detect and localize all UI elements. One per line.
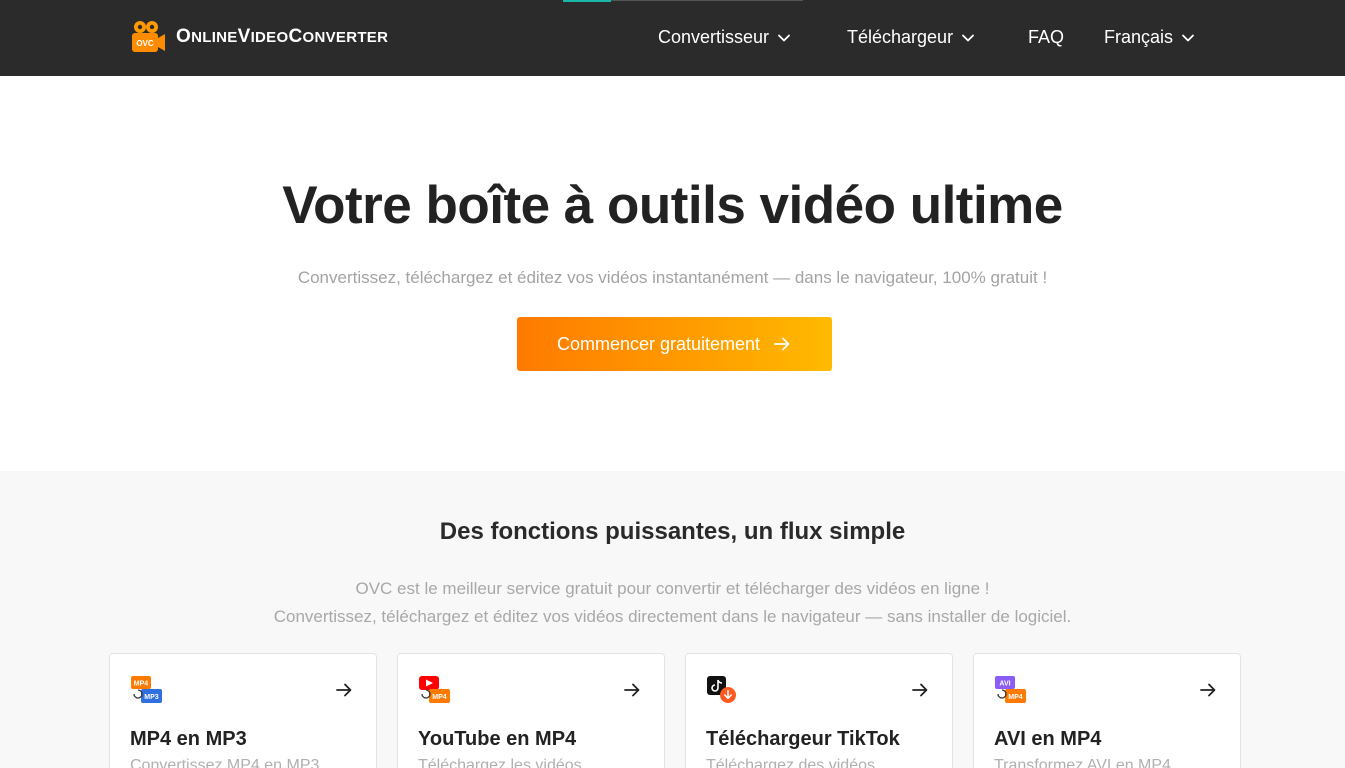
nav-label: Téléchargeur xyxy=(847,27,954,47)
tiktok-download-icon xyxy=(707,676,736,703)
svg-text:MP4: MP4 xyxy=(1008,694,1023,701)
nav-label: FAQ xyxy=(1028,27,1065,47)
card-title: Téléchargeur TikTok xyxy=(706,728,900,750)
card-title: YouTube en MP4 xyxy=(418,728,577,750)
features-description: OVC est le meilleur service gratuit pour… xyxy=(0,575,1345,631)
chevron-down-icon xyxy=(962,34,974,41)
nav-convertisseur[interactable]: Convertisseur xyxy=(658,27,791,48)
camera-logo-icon: OVC xyxy=(130,20,166,54)
card-title: AVI en MP4 xyxy=(994,728,1102,750)
features-desc-line: Convertissez, téléchargez et éditez vos … xyxy=(273,607,1072,626)
feature-card-avi-to-mp4[interactable]: AVI MP4 AVI en MP4 Transformez AVI en MP… xyxy=(973,653,1241,768)
arrow-right-icon xyxy=(336,683,352,697)
feature-card-mp4-to-mp3[interactable]: MP4 MP3 MP4 en MP3 Convertissez MP4 en M… xyxy=(109,653,377,768)
nav-faq[interactable]: FAQ xyxy=(1028,27,1064,48)
card-description: Téléchargez des vidéos xyxy=(706,757,875,768)
arrow-right-icon xyxy=(1200,683,1216,697)
svg-text:MP4: MP4 xyxy=(432,694,447,701)
feature-card-youtube-to-mp4[interactable]: MP4 YouTube en MP4 Téléchargez les vidéo… xyxy=(397,653,665,768)
start-free-button[interactable]: Commencer gratuitement xyxy=(517,317,832,371)
svg-text:MP3: MP3 xyxy=(144,694,159,701)
nav-telechargeur[interactable]: Téléchargeur xyxy=(847,27,975,48)
nav-label: Convertisseur xyxy=(658,27,770,47)
arrow-right-icon xyxy=(774,337,790,351)
card-title: MP4 en MP3 xyxy=(130,728,247,750)
avi-to-mp4-icon: AVI MP4 xyxy=(995,676,1026,703)
language-selector[interactable]: Français xyxy=(1104,27,1195,48)
chevron-down-icon xyxy=(1182,34,1194,41)
header-top-rule xyxy=(611,0,803,1)
feature-card-tiktok-downloader[interactable]: Téléchargeur TikTok Téléchargez des vidé… xyxy=(685,653,953,768)
features-title: Des fonctions puissantes, un flux simple xyxy=(439,518,906,545)
hero-subtitle: Convertissez, téléchargez et éditez vos … xyxy=(297,268,1048,287)
cta-label: Commencer gratuitement xyxy=(556,333,761,354)
site-logo[interactable]: OVC ONLINEVIDEOCONVERTER xyxy=(130,20,388,54)
chevron-down-icon xyxy=(778,34,790,41)
svg-text:MP4: MP4 xyxy=(134,681,149,688)
arrow-right-icon xyxy=(912,683,928,697)
hero-title: Votre boîte à outils vidéo ultime xyxy=(282,176,1063,235)
logo-wordmark: ONLINEVIDEOCONVERTER xyxy=(176,26,389,47)
features-desc-line: OVC est le meilleur service gratuit pour… xyxy=(355,579,990,598)
svg-text:AVI: AVI xyxy=(999,681,1010,688)
nav-label: Français xyxy=(1104,27,1174,47)
card-description: Transformez AVI en MP4 xyxy=(994,757,1171,768)
card-description: Téléchargez les vidéos xyxy=(418,757,582,768)
mp4-to-mp3-icon: MP4 MP3 xyxy=(131,676,162,703)
logo-badge-text: OVC xyxy=(136,39,154,48)
arrow-right-icon xyxy=(624,683,640,697)
active-indicator xyxy=(563,0,611,2)
card-description: Convertissez MP4 en MP3 xyxy=(130,757,320,768)
features-section: Des fonctions puissantes, un flux simple… xyxy=(0,471,1345,768)
top-navigation-bar: OVC ONLINEVIDEOCONVERTER Convertisseur T… xyxy=(0,0,1345,76)
youtube-to-mp4-icon: MP4 xyxy=(419,676,450,703)
